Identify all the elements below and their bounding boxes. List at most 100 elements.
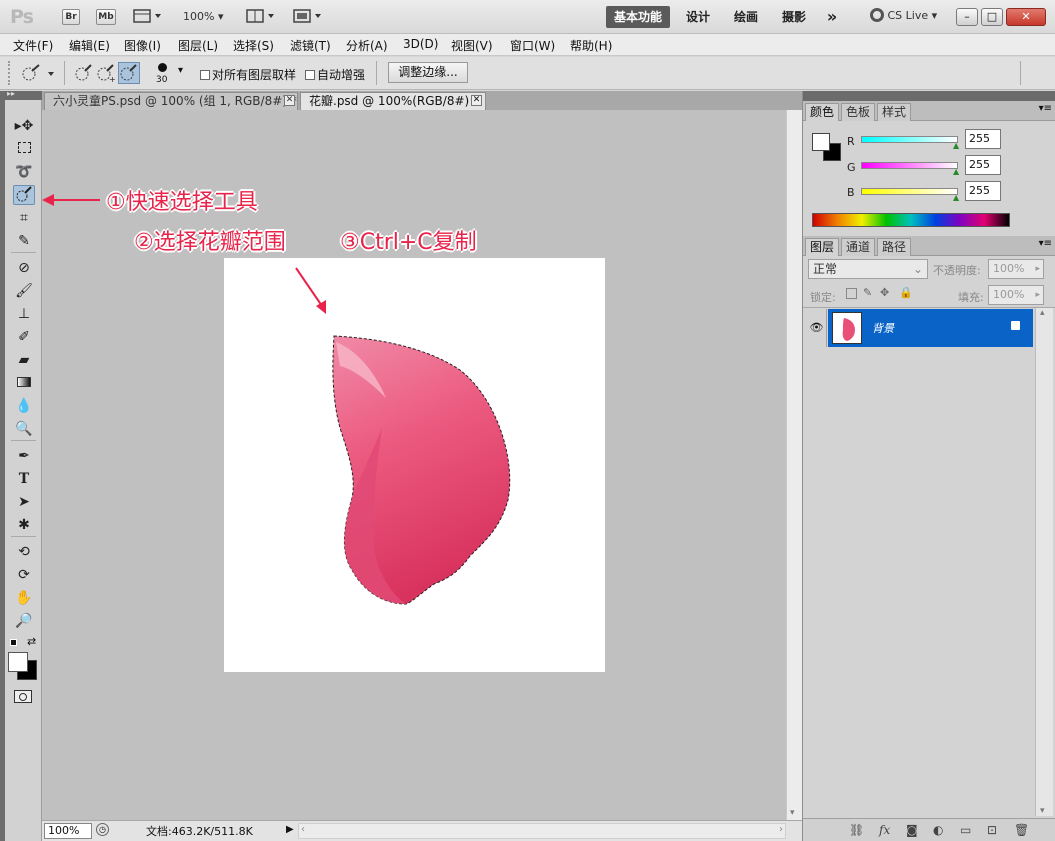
new-group-icon[interactable]: ▭ [960,823,971,837]
pen-tool[interactable]: ✒ [13,446,35,466]
zoom-level-dropdown[interactable]: 100% ▾ [183,10,223,23]
scroll-down-icon[interactable]: ▾ [790,808,795,818]
default-colors-icon[interactable] [10,639,17,646]
canvas-area[interactable]: ①快速选择工具 ②选择花瓣范围 ③Ctrl+C复制 [42,110,786,820]
workspace-design[interactable]: 设计 [680,6,716,28]
tab-paths[interactable]: 路径 [877,238,912,256]
tab-liuxiaolingtong[interactable]: 六小灵童PS.psd @ 100% (组 1, RGB/8#) * ✕ [44,92,298,110]
more-workspaces-button[interactable]: » [822,6,842,28]
gradient-tool[interactable] [13,373,35,393]
menu-filter[interactable]: 滤镜(T) [290,37,331,54]
swap-colors-icon[interactable]: ⇄ [27,635,36,648]
view-extras-button[interactable] [133,8,163,27]
delete-layer-icon[interactable]: 🗑 [1014,823,1029,837]
lasso-tool[interactable]: ➰ [13,162,35,182]
menu-image[interactable]: 图像(I) [124,37,161,54]
menu-select[interactable]: 选择(S) [233,37,274,54]
panel-menu-icon[interactable]: ▾≡ [1039,238,1052,249]
status-menu-arrow-icon[interactable]: ▶ [286,824,294,835]
tool-preset-picker[interactable] [20,63,56,86]
lock-position-icon[interactable]: ✥ [880,286,889,299]
layers-scrollbar[interactable]: ▴ ▾ [1035,308,1053,816]
add-to-selection-mode[interactable]: + [96,63,116,86]
menu-3d[interactable]: 3D(D) [403,37,438,51]
menu-file[interactable]: 文件(F) [13,37,53,54]
lock-pixels-icon[interactable]: ✎ [863,286,872,299]
dodge-tool[interactable]: 🔍 [13,419,35,439]
3d-orbit-tool[interactable]: ⟳ [13,565,35,585]
move-tool[interactable]: ▸✥ [13,116,35,136]
auto-enhance-checkbox[interactable]: 自动增强 [305,66,365,83]
cs-live-button[interactable]: CS Live ▾ [870,8,937,22]
minimize-button[interactable]: – [956,8,978,26]
scroll-up-icon[interactable]: ▴ [1040,308,1045,318]
scroll-left-icon[interactable]: ‹ [301,824,305,835]
add-mask-icon[interactable]: ◙ [906,823,918,837]
crop-tool[interactable]: ⌗ [13,208,35,228]
slider-handle-icon[interactable]: ▲ [953,141,959,150]
screen-mode-button[interactable] [293,8,325,27]
close-tab-icon[interactable]: ✕ [471,95,482,106]
workspace-photography[interactable]: 摄影 [776,6,812,28]
menu-help[interactable]: 帮助(H) [570,37,612,54]
panel-dock-header[interactable] [803,91,1055,101]
opacity-field[interactable]: 100% ▸ [988,259,1044,279]
sample-all-layers-checkbox[interactable]: 对所有图层取样 [200,66,296,83]
path-selection-tool[interactable]: ➤ [13,492,35,512]
channel-g-value[interactable]: 255 [965,155,1001,175]
status-zoom-field[interactable]: 100% [44,823,92,839]
blend-mode-dropdown[interactable]: 正常 ⌄ [808,259,928,279]
fill-field[interactable]: 100% ▸ [988,285,1044,305]
tab-swatches[interactable]: 色板 [841,103,876,121]
healing-brush-tool[interactable]: ⊘ [13,258,35,278]
marquee-tool[interactable] [13,139,35,159]
eraser-tool[interactable]: ▰ [13,350,35,370]
tab-styles[interactable]: 样式 [877,103,912,121]
workspace-essentials[interactable]: 基本功能 [606,6,670,28]
tools-panel-header[interactable]: ▸▸ [5,89,42,100]
lock-all-icon[interactable]: 🔒 [899,286,913,299]
horizontal-scrollbar[interactable]: ‹ › [298,823,786,839]
hand-tool[interactable]: ✋ [13,588,35,608]
channel-r-slider[interactable] [861,136,958,143]
refine-edge-button[interactable]: 调整边缘... [388,62,468,83]
layer-visibility-toggle[interactable]: 👁 [807,309,827,347]
status-info-icon[interactable]: ◷ [96,823,109,836]
layer-style-icon[interactable]: fx [879,823,890,837]
channel-b-value[interactable]: 255 [965,181,1001,201]
menu-window[interactable]: 窗口(W) [510,37,555,54]
lock-transparent-icon[interactable] [846,288,857,299]
tab-color[interactable]: 颜色 [805,103,840,121]
close-tab-icon[interactable]: ✕ [284,95,295,106]
link-layers-icon[interactable]: ⛓ [849,823,864,837]
maximize-button[interactable]: □ [981,8,1003,26]
quick-mask-button[interactable] [14,690,32,703]
history-brush-tool[interactable]: ✐ [13,327,35,347]
tab-layers[interactable]: 图层 [805,238,840,256]
menu-layer[interactable]: 图层(L) [178,37,218,54]
minibridge-button[interactable]: Mb [96,9,116,25]
zoom-tool[interactable]: 🔎 [13,611,35,631]
shape-tool[interactable]: ✱ [13,515,35,535]
close-button[interactable]: ✕ [1006,8,1046,26]
clone-stamp-tool[interactable]: ⊥ [13,304,35,324]
scroll-down-icon[interactable]: ▾ [1040,806,1045,816]
tab-channels[interactable]: 通道 [841,238,876,256]
tab-huaban[interactable]: 花瓣.psd @ 100%(RGB/8#) * ✕ [300,92,486,110]
eyedropper-tool[interactable]: ✎ [13,231,35,251]
bridge-button[interactable]: Br [62,9,80,25]
document-canvas[interactable] [224,258,605,672]
workspace-painting[interactable]: 绘画 [728,6,764,28]
arrange-documents-button[interactable] [246,8,278,27]
panel-menu-icon[interactable]: ▾≡ [1039,103,1052,114]
type-tool[interactable]: T [13,469,35,489]
3d-rotate-tool[interactable]: ⟲ [13,542,35,562]
brush-tool[interactable]: 🖌 [13,281,35,301]
adjustment-layer-icon[interactable]: ◐ [933,823,943,837]
slider-handle-icon[interactable]: ▲ [953,193,959,202]
quick-selection-tool[interactable] [13,185,35,205]
vertical-scrollbar[interactable]: ▾ [786,110,802,820]
menu-edit[interactable]: 编辑(E) [69,37,110,54]
channel-b-slider[interactable] [861,188,958,195]
new-layer-icon[interactable]: ⊡ [987,823,997,837]
